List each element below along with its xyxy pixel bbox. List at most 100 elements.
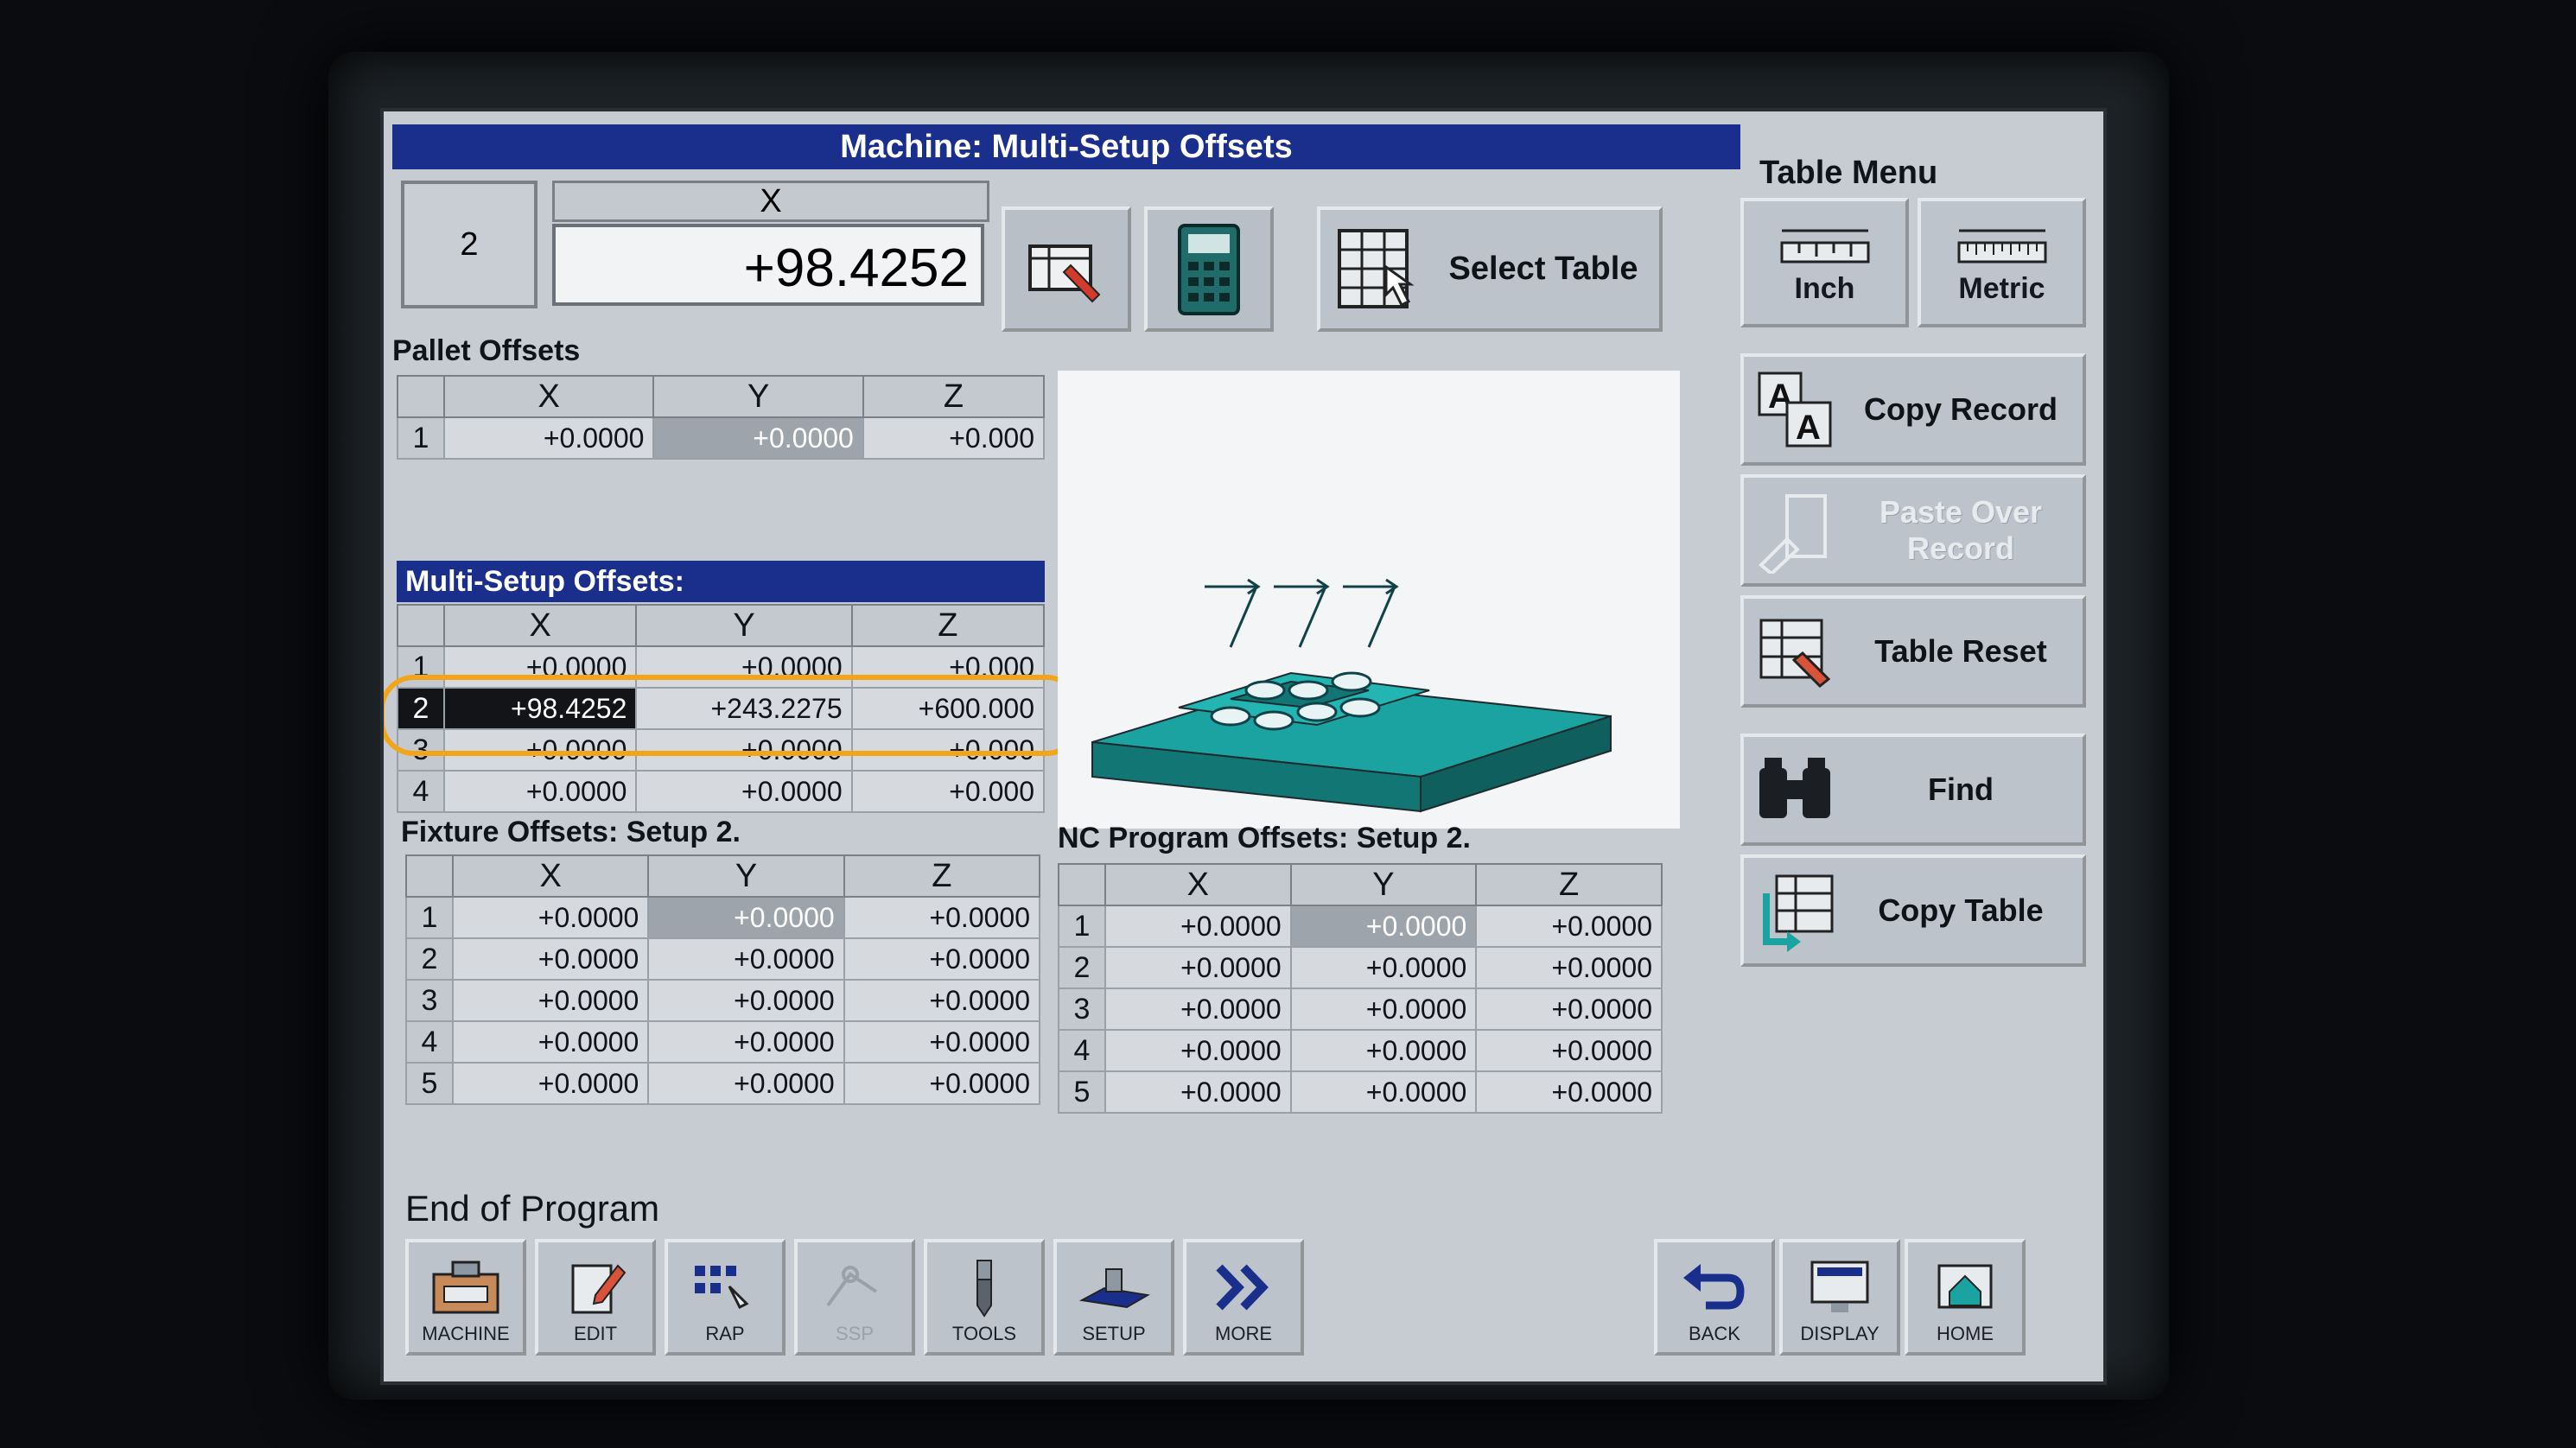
- calculator-icon: [1178, 223, 1240, 315]
- table-row[interactable]: 4 +0.0000 +0.0000 +0.0000: [1058, 1029, 1663, 1072]
- cell-x[interactable]: +0.0000: [442, 645, 638, 689]
- cell-z[interactable]: +0.0000: [1475, 946, 1663, 989]
- cell-z[interactable]: +0.0000: [843, 937, 1041, 981]
- paste-over-record-button[interactable]: Paste Over Record: [1740, 474, 2086, 587]
- table-row[interactable]: 1 +0.0000 +0.0000 +0.000: [397, 645, 1046, 689]
- ssp-button[interactable]: SSP: [794, 1239, 915, 1356]
- select-table-button[interactable]: Select Table: [1317, 206, 1663, 332]
- cell-y[interactable]: +0.0000: [635, 645, 853, 689]
- edit-button[interactable]: EDIT: [535, 1239, 656, 1356]
- cell-x[interactable]: +0.0000: [1104, 988, 1292, 1031]
- cell-y[interactable]: +0.0000: [1289, 1070, 1478, 1114]
- cell-x[interactable]: +0.0000: [442, 770, 638, 813]
- cell-z[interactable]: +600.000: [850, 687, 1046, 730]
- rap-button[interactable]: RAP: [665, 1239, 786, 1356]
- cell-y[interactable]: +0.0000: [647, 979, 845, 1022]
- column-header-x: X: [451, 854, 650, 898]
- cell-x[interactable]: +0.0000: [451, 1062, 650, 1105]
- cell-y[interactable]: +0.0000: [1289, 905, 1478, 948]
- table-row[interactable]: 2 +0.0000 +0.0000 +0.0000: [405, 937, 1041, 981]
- table-row[interactable]: 5 +0.0000 +0.0000 +0.0000: [1058, 1070, 1663, 1114]
- copy-record-button[interactable]: A A Copy Record: [1740, 353, 2086, 466]
- table-row-selected[interactable]: 2 +98.4252 +243.2275 +600.000: [397, 687, 1046, 730]
- fixture-preview-image: [1058, 371, 1680, 829]
- cell-y[interactable]: +0.0000: [635, 728, 853, 772]
- inch-button[interactable]: Inch: [1740, 198, 1909, 327]
- cell-x[interactable]: +0.0000: [1104, 946, 1292, 989]
- table-reset-icon: [1759, 619, 1831, 689]
- cell-x[interactable]: +0.0000: [451, 979, 650, 1022]
- cell-z[interactable]: +0.0000: [1475, 988, 1663, 1031]
- display-button[interactable]: DISPLAY: [1779, 1239, 1900, 1356]
- table-row[interactable]: 1 +0.0000 +0.0000 +0.0000: [405, 896, 1041, 939]
- table-row[interactable]: 3 +0.0000 +0.0000 +0.000: [397, 728, 1046, 772]
- table-row[interactable]: 3 +0.0000 +0.0000 +0.0000: [405, 979, 1041, 1022]
- cell-z[interactable]: +0.000: [862, 416, 1046, 460]
- cell-x[interactable]: +0.0000: [451, 937, 650, 981]
- more-button[interactable]: MORE: [1183, 1239, 1304, 1356]
- cell-x[interactable]: +0.0000: [442, 728, 638, 772]
- cell-y[interactable]: +0.0000: [647, 896, 845, 939]
- cell-x[interactable]: +0.0000: [1104, 1070, 1292, 1114]
- table-row[interactable]: 4 +0.0000 +0.0000 +0.0000: [405, 1020, 1041, 1064]
- cell-x[interactable]: +0.0000: [451, 896, 650, 939]
- drill-bit-icon: [976, 1260, 992, 1318]
- cell-z[interactable]: +0.0000: [843, 896, 1041, 939]
- cell-z[interactable]: +0.000: [850, 728, 1046, 772]
- row-number: 3: [1058, 988, 1106, 1031]
- cell-z[interactable]: +0.0000: [843, 1020, 1041, 1064]
- table-row[interactable]: 1 +0.0000 +0.0000 +0.0000: [1058, 905, 1663, 948]
- cnc-screen: Machine: Multi-Setup Offsets Table Menu …: [380, 108, 2107, 1385]
- edit-field-button[interactable]: [1002, 206, 1131, 332]
- column-header-y: Y: [647, 854, 845, 898]
- cell-z[interactable]: +0.0000: [1475, 1029, 1663, 1072]
- cell-y[interactable]: +0.0000: [1289, 988, 1478, 1031]
- column-header-z: Z: [850, 604, 1046, 647]
- rap-icon: [695, 1266, 749, 1310]
- home-icon: [1937, 1264, 1993, 1309]
- cell-y[interactable]: +0.0000: [635, 770, 853, 813]
- pallet-offsets-table: X Y Z 1 +0.0000 +0.0000 +0.000: [397, 375, 1046, 460]
- cell-x-active[interactable]: +98.4252: [442, 687, 638, 730]
- cell-z[interactable]: +0.0000: [1475, 1070, 1663, 1114]
- cell-z[interactable]: +0.0000: [1475, 905, 1663, 948]
- table-row[interactable]: 5 +0.0000 +0.0000 +0.0000: [405, 1062, 1041, 1105]
- table-row[interactable]: 2 +0.0000 +0.0000 +0.0000: [1058, 946, 1663, 989]
- setup-button[interactable]: SETUP: [1053, 1239, 1174, 1356]
- cell-x[interactable]: +0.0000: [1104, 1029, 1292, 1072]
- cell-x[interactable]: +0.0000: [451, 1020, 650, 1064]
- cell-y[interactable]: +0.0000: [647, 937, 845, 981]
- cell-y[interactable]: +0.0000: [1289, 946, 1478, 989]
- cell-x[interactable]: +0.0000: [1104, 905, 1292, 948]
- table-row[interactable]: 1 +0.0000 +0.0000 +0.000: [397, 416, 1046, 460]
- cell-y[interactable]: +0.0000: [647, 1020, 845, 1064]
- cell-z[interactable]: +0.000: [850, 770, 1046, 813]
- cell-y[interactable]: +0.0000: [647, 1062, 845, 1105]
- cell-z[interactable]: +0.0000: [843, 1062, 1041, 1105]
- machine-button[interactable]: MACHINE: [405, 1239, 526, 1356]
- find-button[interactable]: Find: [1740, 734, 2086, 846]
- display-icon: [1810, 1261, 1869, 1312]
- table-row[interactable]: 3 +0.0000 +0.0000 +0.0000: [1058, 988, 1663, 1031]
- cell-y[interactable]: +0.0000: [652, 416, 864, 460]
- row-number: 5: [1058, 1070, 1106, 1114]
- calculator-button[interactable]: [1144, 206, 1274, 332]
- cell-y[interactable]: +0.0000: [1289, 1029, 1478, 1072]
- cell-z[interactable]: +0.000: [850, 645, 1046, 689]
- edit-value-field[interactable]: +98.4252: [552, 224, 984, 306]
- cell-z[interactable]: +0.0000: [843, 979, 1041, 1022]
- tools-button[interactable]: TOOLS: [924, 1239, 1045, 1356]
- multi-setup-offsets-table: X Y Z 1 +0.0000 +0.0000 +0.000 2 +98.425…: [397, 604, 1046, 813]
- cell-x[interactable]: +0.0000: [442, 416, 655, 460]
- copy-table-button[interactable]: Copy Table: [1740, 854, 2086, 967]
- column-header-y: Y: [652, 375, 864, 418]
- back-button[interactable]: BACK: [1654, 1239, 1775, 1356]
- table-row[interactable]: 4 +0.0000 +0.0000 +0.000: [397, 770, 1046, 813]
- home-button[interactable]: HOME: [1905, 1239, 2026, 1356]
- table-reset-label: Table Reset: [1874, 633, 2047, 669]
- table-reset-button[interactable]: Table Reset: [1740, 595, 2086, 708]
- edit-field-icon: [1028, 244, 1101, 302]
- copy-record-label: Copy Record: [1863, 391, 2058, 427]
- metric-button[interactable]: Metric: [1918, 198, 2086, 327]
- cell-y[interactable]: +243.2275: [635, 687, 853, 730]
